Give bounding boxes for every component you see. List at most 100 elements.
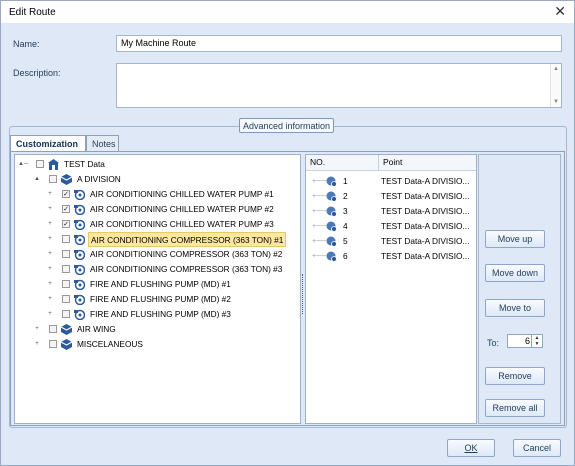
row-number: 4	[343, 221, 348, 231]
expand-icon[interactable]: +	[46, 187, 54, 202]
close-icon[interactable]: ✕	[554, 4, 566, 18]
tree-item-label: FIRE AND FLUSHING PUMP (MD) #1	[90, 279, 231, 289]
tree-item-miscelaneous[interactable]: + MISCELANEOUS	[15, 337, 295, 352]
tree-item-machine[interactable]: + AIR CONDITIONING COMPRESSOR (363 TON) …	[15, 247, 300, 262]
expand-icon[interactable]: +	[46, 217, 54, 232]
machine-icon	[74, 219, 85, 230]
tree-item-machine[interactable]: + ✓ AIR CONDITIONING CHILLED WATER PUMP …	[15, 187, 300, 202]
point-icon	[326, 236, 337, 247]
checkbox[interactable]	[49, 175, 57, 183]
expand-icon[interactable]: +	[46, 232, 54, 247]
tree-item-machine[interactable]: + ✓ AIR CONDITIONING CHILLED WATER PUMP …	[15, 217, 300, 232]
row-point: TEST Data-A DIVISIO...	[381, 251, 470, 261]
tree-item-machine[interactable]: + AIR CONDITIONING COMPRESSOR (363 TON) …	[15, 232, 300, 247]
tree-item-machine[interactable]: + FIRE AND FLUSHING PUMP (MD) #2	[15, 292, 300, 307]
checkbox[interactable]	[62, 310, 70, 318]
expand-icon[interactable]: +	[33, 322, 41, 337]
tree-item-label: AIR WING	[77, 324, 116, 334]
expand-icon[interactable]: +	[33, 337, 41, 352]
tree-item-test-data[interactable]: ▲─ TEST Data	[15, 157, 295, 172]
grid-row[interactable]: +── 4 TEST Data-A DIVISIO...	[306, 219, 476, 234]
checkbox[interactable]: ✓	[62, 220, 70, 228]
machine-icon	[74, 279, 85, 290]
checkbox[interactable]	[62, 265, 70, 273]
checkbox[interactable]	[62, 295, 70, 303]
checkbox[interactable]	[62, 235, 70, 243]
building-icon	[48, 159, 59, 170]
description-scrollbar[interactable]: ▲ ▼	[550, 64, 561, 107]
to-position-stepper[interactable]: 6 ▲ ▼	[507, 334, 543, 348]
machine-icon	[74, 189, 85, 200]
tree-item-label: AIR CONDITIONING CHILLED WATER PUMP #3	[90, 219, 274, 229]
checkbox[interactable]	[62, 250, 70, 258]
machine-icon	[74, 264, 85, 275]
move-up-button[interactable]: Move up	[485, 230, 545, 248]
collapse-icon[interactable]: ▲	[33, 172, 41, 187]
spin-arrows-icon[interactable]: ▲ ▼	[531, 335, 542, 347]
expand-icon[interactable]: +	[46, 277, 54, 292]
expand-icon[interactable]: +	[46, 202, 54, 217]
scroll-down-icon[interactable]: ▼	[552, 99, 560, 105]
tree-item-machine[interactable]: + FIRE AND FLUSHING PUMP (MD) #1	[15, 277, 300, 292]
tree-item-a-division[interactable]: ▲ A DIVISION	[15, 172, 295, 187]
move-down-button[interactable]: Move down	[485, 264, 545, 282]
description-label: Description:	[13, 68, 61, 78]
remove-all-button[interactable]: Remove all	[485, 399, 545, 417]
description-field[interactable]: ▲ ▼	[116, 63, 562, 108]
grid-row[interactable]: +── 5 TEST Data-A DIVISIO...	[306, 234, 476, 249]
tab-customization[interactable]: Customization	[10, 135, 86, 151]
point-icon	[326, 176, 337, 187]
checkbox[interactable]	[49, 325, 57, 333]
row-number: 3	[343, 206, 348, 216]
machine-icon	[74, 204, 85, 215]
grid-row[interactable]: +── 2 TEST Data-A DIVISIO...	[306, 189, 476, 204]
advanced-information-toggle[interactable]: Advanced information	[239, 118, 334, 133]
grid-row[interactable]: +── 3 TEST Data-A DIVISIO...	[306, 204, 476, 219]
tree-item-air-wing[interactable]: + AIR WING	[15, 322, 295, 337]
expand-icon[interactable]: +	[46, 247, 54, 262]
remove-button[interactable]: Remove	[485, 367, 545, 385]
asset-tree[interactable]: ▲─ TEST Data ▲ A DIVISION + ✓ AIR CONDIT…	[14, 154, 301, 424]
checkbox[interactable]	[49, 340, 57, 348]
checkbox[interactable]: ✓	[62, 190, 70, 198]
tree-item-label: AIR CONDITIONING CHILLED WATER PUMP #1	[90, 189, 274, 199]
ok-button[interactable]: OK	[447, 439, 495, 457]
tree-line: +──	[312, 253, 327, 260]
tree-line: +──	[312, 193, 327, 200]
row-point: TEST Data-A DIVISIO...	[381, 221, 470, 231]
tree-item-label: MISCELANEOUS	[77, 339, 143, 349]
name-value: My Machine Route	[121, 38, 197, 48]
row-point: TEST Data-A DIVISIO...	[381, 176, 470, 186]
selected-tree-item-label: AIR CONDITIONING COMPRESSOR (363 TON) #1	[88, 232, 287, 247]
cancel-button[interactable]: Cancel	[513, 439, 561, 457]
expand-icon[interactable]: +	[46, 307, 54, 322]
checkbox[interactable]	[36, 160, 44, 168]
machine-icon	[74, 249, 85, 260]
title-bar: Edit Route ✕	[1, 1, 574, 23]
tree-item-label: FIRE AND FLUSHING PUMP (MD) #3	[90, 309, 231, 319]
column-header-no[interactable]: NO.	[310, 157, 325, 167]
ok-label: OK	[464, 443, 478, 453]
expand-icon[interactable]: +	[46, 262, 54, 277]
tree-item-machine[interactable]: + AIR CONDITIONING COMPRESSOR (363 TON) …	[15, 262, 300, 277]
checkbox[interactable]	[62, 280, 70, 288]
tree-item-label: TEST Data	[64, 159, 105, 169]
route-points-grid[interactable]: NO. Point +── 1 TEST Data-A DIVISIO... +…	[305, 154, 477, 424]
point-icon	[326, 221, 337, 232]
collapse-icon[interactable]: ▲─	[18, 157, 28, 172]
tree-item-machine[interactable]: + FIRE AND FLUSHING PUMP (MD) #3	[15, 307, 300, 322]
name-field[interactable]: My Machine Route	[116, 35, 562, 52]
tab-notes[interactable]: Notes	[86, 135, 119, 151]
scroll-up-icon[interactable]: ▲	[552, 66, 560, 72]
tree-line: +──	[312, 223, 327, 230]
column-header-point[interactable]: Point	[378, 155, 402, 170]
grid-row[interactable]: +── 1 TEST Data-A DIVISIO...	[306, 174, 476, 189]
checkbox[interactable]: ✓	[62, 205, 70, 213]
name-label: Name:	[13, 39, 40, 49]
tree-line: +──	[312, 208, 327, 215]
tree-item-label: FIRE AND FLUSHING PUMP (MD) #2	[90, 294, 231, 304]
expand-icon[interactable]: +	[46, 292, 54, 307]
tree-item-machine[interactable]: + ✓ AIR CONDITIONING CHILLED WATER PUMP …	[15, 202, 300, 217]
move-to-button[interactable]: Move to	[485, 299, 545, 317]
grid-row[interactable]: +── 6 TEST Data-A DIVISIO...	[306, 249, 476, 264]
